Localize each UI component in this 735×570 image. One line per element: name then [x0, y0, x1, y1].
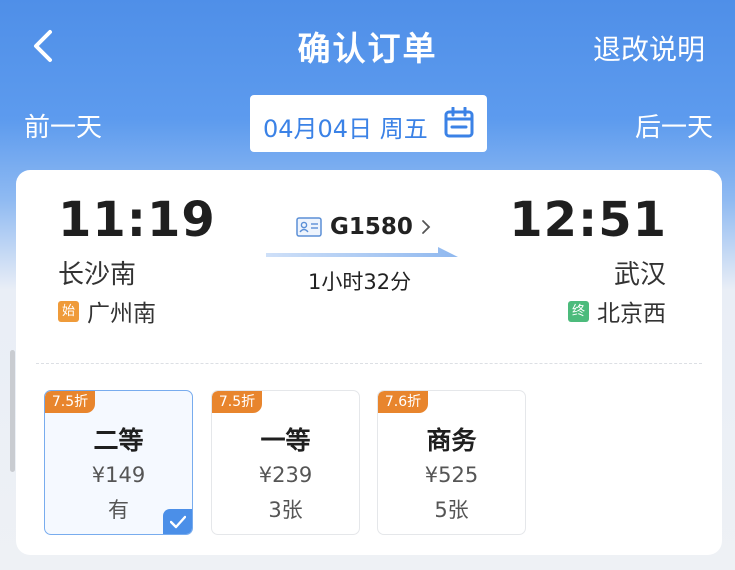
header: 确认订单 退改说明 [0, 0, 735, 95]
seat-price: ¥525 [424, 463, 479, 487]
departure-time: 11:19 [58, 192, 216, 248]
seat-price: ¥149 [91, 463, 146, 487]
discount-badge: 7.6折 [378, 391, 428, 413]
seat-class: 二等 [93, 426, 144, 455]
date-bar: 前一天 04月04日 周五 后一天 [0, 95, 735, 153]
seat-class: 商务 [426, 426, 477, 455]
next-day-button[interactable]: 后一天 [635, 107, 713, 144]
origin-station-name: 广州南 [87, 301, 156, 327]
destination-station-name: 北京西 [597, 301, 666, 327]
train-number: G1580 [330, 214, 413, 240]
seat-option-second-class[interactable]: 7.5折 二等 ¥149 有 [44, 390, 193, 535]
train-info: G1580 1小时32分 [266, 210, 458, 300]
calendar-icon [444, 107, 474, 138]
selected-date: 04月04日 周五 [263, 115, 428, 143]
seat-option-first-class[interactable]: 7.5折 一等 ¥239 3张 [211, 390, 360, 535]
arrival-time: 12:51 [509, 192, 667, 248]
departure-station: 长沙南 [58, 260, 137, 290]
origin-station: 始 广州南 [58, 294, 156, 328]
route-arrow [266, 247, 458, 257]
discount-badge: 7.5折 [45, 391, 95, 413]
seat-option-business-class[interactable]: 7.6折 商务 ¥525 5张 [377, 390, 526, 535]
seat-availability: 3张 [268, 498, 303, 522]
id-card-icon [296, 217, 322, 237]
discount-badge: 7.5折 [212, 391, 262, 413]
trip-card: 11:19 长沙南 始 广州南 G1580 1小时32分 12:51 武汉 终 … [16, 170, 722, 555]
previous-day-button[interactable]: 前一天 [24, 107, 102, 144]
refund-change-rules-link[interactable]: 退改说明 [593, 28, 705, 68]
scroll-indicator [10, 350, 15, 472]
check-icon [170, 515, 186, 529]
origin-tag: 始 [58, 300, 79, 322]
chevron-right-icon [422, 220, 431, 234]
destination-station: 终 北京西 [568, 294, 666, 328]
seat-class: 一等 [260, 426, 311, 455]
train-number-link[interactable]: G1580 [296, 214, 431, 240]
selected-check [163, 509, 192, 534]
date-picker[interactable]: 04月04日 周五 [250, 95, 487, 152]
trip-duration: 1小时32分 [308, 270, 412, 294]
destination-tag: 终 [568, 300, 589, 322]
arrival-station: 武汉 [613, 260, 666, 290]
seat-price: ¥239 [258, 463, 313, 487]
divider [36, 363, 702, 364]
seat-availability: 5张 [434, 498, 469, 522]
